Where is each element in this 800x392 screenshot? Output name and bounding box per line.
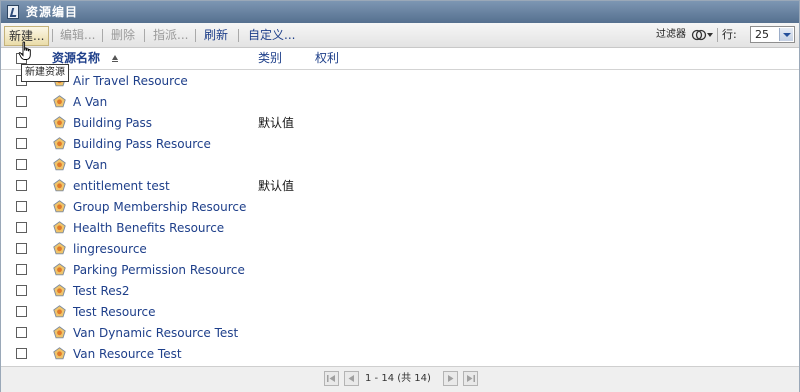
first-page-icon <box>327 375 335 382</box>
previous-page-button[interactable] <box>344 371 359 386</box>
resource-icon <box>53 116 66 129</box>
next-page-button[interactable] <box>443 371 458 386</box>
resource-icon <box>53 305 66 318</box>
table-row[interactable]: Building Pass Resource <box>1 134 799 155</box>
resource-icon <box>53 347 66 360</box>
resource-icon <box>53 95 66 108</box>
new-button-tooltip: 新建资源 <box>21 64 69 82</box>
next-page-icon <box>448 375 454 382</box>
rows-per-page-label: 行: <box>722 28 737 41</box>
table-row[interactable]: B Van <box>1 155 799 176</box>
toolbar-separator <box>52 29 53 42</box>
row-checkbox[interactable] <box>16 264 27 275</box>
resource-name-link[interactable]: Building Pass Resource <box>73 134 211 155</box>
row-checkbox[interactable] <box>16 327 27 338</box>
resource-name-link[interactable]: Health Benefits Resource <box>73 218 224 239</box>
row-checkbox[interactable] <box>16 180 27 191</box>
toolbar-separator <box>102 29 103 42</box>
resource-icon <box>53 263 66 276</box>
window-title: 资源编目 <box>26 5 79 19</box>
catalog-icon <box>7 5 19 19</box>
row-checkbox[interactable] <box>16 117 27 128</box>
resource-icon <box>53 200 66 213</box>
toolbar-separator <box>195 29 196 42</box>
delete-button[interactable]: 删除 <box>111 23 135 47</box>
row-checkbox[interactable] <box>16 201 27 212</box>
resource-name-link[interactable]: Parking Permission Resource <box>73 260 245 281</box>
table-row[interactable]: lingresource <box>1 239 799 260</box>
row-checkbox[interactable] <box>16 348 27 359</box>
resource-icon <box>53 242 66 255</box>
table-row[interactable]: Air Travel Resource <box>1 71 799 92</box>
refresh-button[interactable]: 刷新 <box>204 23 228 47</box>
toolbar: 新建... 编辑... 删除 指派... 刷新 自定义... 过滤器 行: 25 <box>1 23 799 48</box>
resource-name-link[interactable]: Van Resource Test <box>73 344 182 365</box>
resource-icon <box>53 284 66 297</box>
table-row[interactable]: Group Membership Resource <box>1 197 799 218</box>
toolbar-separator <box>717 28 718 42</box>
row-checkbox[interactable] <box>16 285 27 296</box>
resource-name-link[interactable]: B Van <box>73 155 107 176</box>
column-header-category[interactable]: 类别 <box>258 48 282 69</box>
resource-category: 默认值 <box>258 179 295 193</box>
page-status: 1 - 14 (共 14) <box>365 373 431 384</box>
edit-button[interactable]: 编辑... <box>60 23 95 47</box>
sort-ascending-icon[interactable] <box>112 55 118 62</box>
resource-icon <box>53 137 66 150</box>
resource-icon <box>53 158 66 171</box>
toolbar-separator <box>238 29 239 42</box>
customize-button[interactable]: 自定义... <box>248 23 295 47</box>
resource-name-link[interactable]: Test Resource <box>73 302 155 323</box>
resource-name-link[interactable]: lingresource <box>73 239 147 260</box>
assign-button[interactable]: 指派... <box>153 23 188 47</box>
filter-icon[interactable] <box>691 28 713 42</box>
table-row[interactable]: Test Res2 <box>1 281 799 302</box>
filter-label: 过滤器 <box>656 29 686 40</box>
table-row[interactable]: Parking Permission Resource <box>1 260 799 281</box>
table-row[interactable]: Van Resource Test <box>1 344 799 365</box>
row-checkbox[interactable] <box>16 222 27 233</box>
last-page-button[interactable] <box>463 371 478 386</box>
column-header-rights[interactable]: 权利 <box>315 48 339 69</box>
table-row[interactable]: Building Pass 默认值 <box>1 113 799 134</box>
pager: 1 - 14 (共 14) <box>1 366 799 392</box>
table-row[interactable]: Health Benefits Resource <box>1 218 799 239</box>
resource-name-link[interactable]: entitlement test <box>73 176 170 197</box>
row-checkbox[interactable] <box>16 306 27 317</box>
resource-icon <box>53 326 66 339</box>
resource-name-link[interactable]: Group Membership Resource <box>73 197 246 218</box>
resource-name-link[interactable]: A Van <box>73 92 107 113</box>
toolbar-separator <box>144 29 145 42</box>
resource-category: 默认值 <box>258 116 295 130</box>
row-checkbox[interactable] <box>16 138 27 149</box>
previous-page-icon <box>348 375 354 382</box>
resource-icon <box>53 179 66 192</box>
table-row[interactable]: Van Dynamic Resource Test <box>1 323 799 344</box>
row-checkbox[interactable] <box>16 243 27 254</box>
resource-name-link[interactable]: Air Travel Resource <box>73 71 188 92</box>
table-row[interactable]: A Van <box>1 92 799 113</box>
table-header: 资源名称 类别 权利 <box>1 48 799 70</box>
hand-cursor-icon <box>18 41 31 60</box>
table-row[interactable]: entitlement test 默认值 <box>1 176 799 197</box>
first-page-button[interactable] <box>324 371 339 386</box>
resource-name-link[interactable]: Van Dynamic Resource Test <box>73 323 238 344</box>
chevron-down-icon[interactable] <box>779 28 793 41</box>
resource-name-link[interactable]: Building Pass <box>73 113 152 134</box>
resource-name-link[interactable]: Test Res2 <box>73 281 130 302</box>
last-page-icon <box>467 375 475 382</box>
title-bar: 资源编目 <box>1 1 799 23</box>
rows-per-page-select[interactable]: 25 <box>750 26 795 43</box>
table-row[interactable]: Test Resource <box>1 302 799 323</box>
resource-icon <box>53 221 66 234</box>
row-checkbox[interactable] <box>16 159 27 170</box>
resource-catalog-window: 资源编目 新建... 编辑... 删除 指派... 刷新 自定义... 过滤器 … <box>0 0 800 392</box>
row-checkbox[interactable] <box>16 96 27 107</box>
rows-per-page-value: 25 <box>755 28 769 41</box>
